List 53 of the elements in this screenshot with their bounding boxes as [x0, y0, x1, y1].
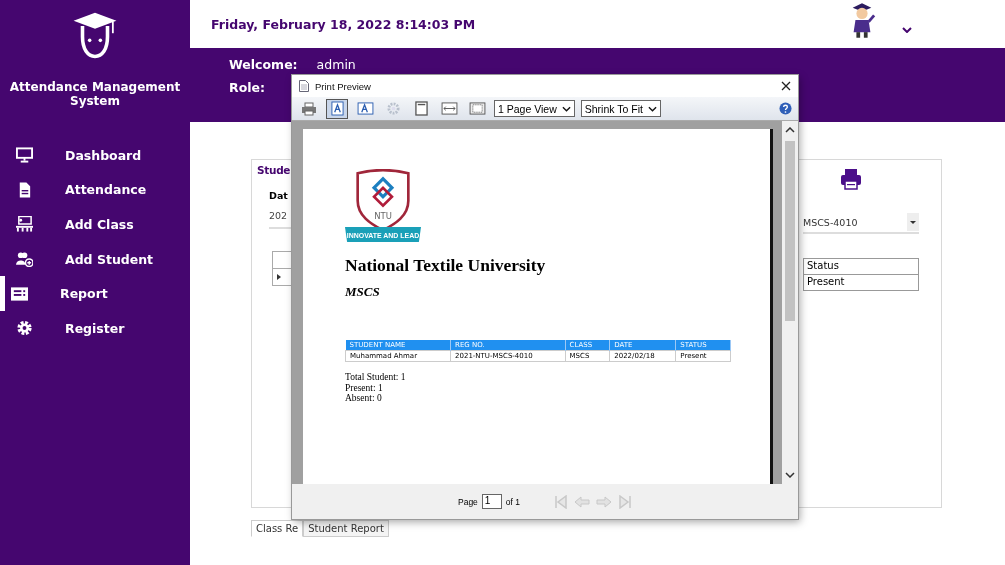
scroll-up-icon[interactable]: [785, 127, 795, 133]
row-pointer-icon: [277, 274, 281, 280]
tab[interactable]: Student Report: [303, 520, 389, 537]
view-select[interactable]: 1 Page View: [494, 100, 575, 117]
whole-page-icon: [468, 102, 486, 115]
table-cell: Present: [803, 274, 919, 291]
nav-item[interactable]: Add Class: [0, 207, 190, 242]
tool-button[interactable]: [326, 98, 348, 119]
report-heading: National Textile University: [345, 255, 547, 276]
settings-icon: [386, 102, 400, 115]
app-title: Attendance Management System: [8, 80, 182, 108]
tab[interactable]: Class Re: [251, 520, 304, 537]
document-icon: [299, 80, 309, 92]
chevron-down-icon[interactable]: [902, 27, 912, 33]
zoom-select[interactable]: Shrink To Fit: [580, 100, 661, 117]
welcome-label: Welcome:: [229, 58, 298, 72]
landscape-page-icon: [356, 102, 374, 115]
user-name: admin: [316, 58, 356, 72]
student-combo[interactable]: MSCS-4010: [803, 212, 919, 234]
caret-icon: [647, 105, 657, 112]
portrait-page-icon: [330, 101, 344, 116]
panel-title: Stude: [257, 164, 292, 176]
role-label: Role:: [229, 81, 265, 95]
single-page-icon: [414, 101, 428, 116]
dialog-title: Print Preview: [315, 80, 371, 92]
scrollbar[interactable]: [782, 121, 798, 484]
summary-line: Total Student: 1: [345, 372, 407, 383]
nav-item[interactable]: Dashboard: [0, 138, 190, 173]
page-width-icon: [440, 102, 458, 115]
nav-item[interactable]: Add Student: [0, 241, 190, 277]
printer-icon[interactable]: [840, 168, 862, 190]
report-subheading: MSCS: [345, 284, 381, 300]
column-header: Status: [803, 258, 919, 275]
report-icon: [11, 285, 28, 302]
page-number-field[interactable]: 1: [481, 494, 502, 509]
scroll-down-icon[interactable]: [785, 472, 795, 478]
caret-icon: [561, 105, 571, 112]
nav-item[interactable]: Attendance: [0, 172, 190, 208]
page-label: Page: [458, 496, 478, 507]
date-time: Friday, February 18, 2022 8:14:03 PM: [211, 16, 476, 32]
settings-icon: [16, 320, 33, 337]
summary-line: Present: 1: [345, 382, 384, 393]
dropdown-icon: [910, 220, 916, 224]
date-label: Dat: [269, 190, 289, 201]
printer-icon: [301, 101, 317, 116]
classroom-icon: [16, 216, 33, 233]
add-user-icon: [16, 251, 33, 268]
close-icon[interactable]: [781, 81, 791, 91]
nav-item[interactable]: Register: [0, 310, 190, 346]
page-count: of 1: [505, 496, 521, 507]
monitor-icon: [16, 147, 33, 164]
help-icon[interactable]: [779, 102, 792, 115]
summary-line: Absent: 0: [345, 393, 383, 404]
